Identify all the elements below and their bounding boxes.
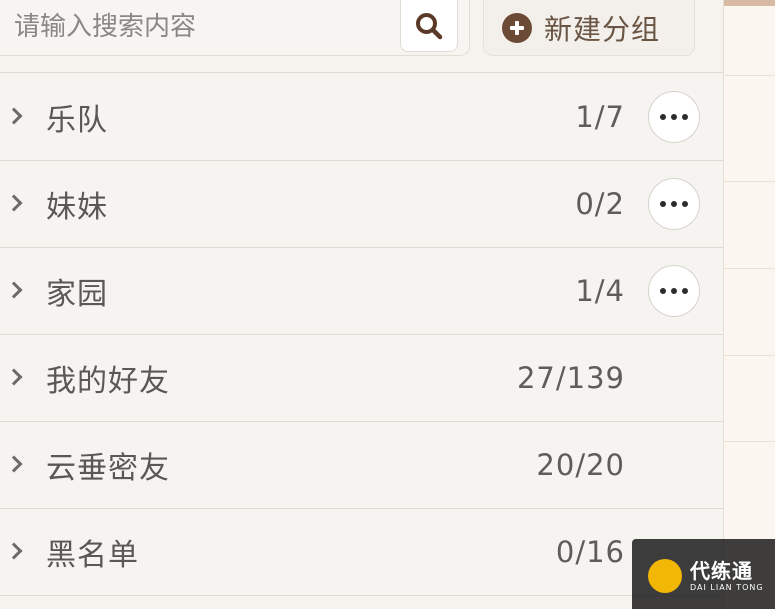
group-count: 20/20 (536, 448, 625, 482)
divider (724, 355, 775, 356)
more-dots-icon (660, 288, 666, 294)
right-panel-edge (723, 0, 775, 609)
group-name: 家园 (46, 277, 108, 312)
group-count: 1/7 (575, 100, 625, 134)
group-row-sister[interactable]: 妹妹 0/2 (0, 161, 723, 248)
group-row-home[interactable]: 家园 1/4 (0, 248, 723, 335)
group-row-close-friends[interactable]: 云垂密友 20/20 (0, 422, 723, 509)
chevron-right-icon (5, 107, 23, 125)
top-toolbar: 新建分组 (0, 0, 723, 73)
more-dots-icon (671, 201, 677, 207)
group-count: 0/2 (575, 187, 625, 221)
group-name: 云垂密友 (46, 451, 170, 486)
watermark-subtitle: DAI LIAN TONG (690, 583, 764, 592)
search-button[interactable] (400, 0, 458, 52)
group-count: 27/139 (516, 361, 625, 395)
new-group-button[interactable]: 新建分组 (483, 0, 695, 56)
accent-bar (724, 0, 775, 6)
chevron-right-icon (5, 281, 23, 299)
divider (724, 181, 775, 182)
chevron-right-icon (5, 368, 23, 386)
group-count: 0/16 (555, 535, 625, 569)
search-input[interactable] (12, 6, 396, 48)
divider (724, 75, 775, 76)
group-more-button[interactable] (648, 178, 700, 230)
logo-icon (648, 559, 682, 593)
more-dots-icon (671, 288, 677, 294)
friend-groups-panel: 新建分组 乐队 1/7 妹妹 0/2 家园 (0, 0, 775, 609)
group-name: 我的好友 (46, 364, 170, 399)
group-row-blacklist[interactable]: 黑名单 0/16 (0, 509, 723, 596)
more-dots-icon (660, 114, 666, 120)
divider (724, 441, 775, 442)
plus-circle-icon (502, 12, 532, 43)
chevron-right-icon (5, 455, 23, 473)
group-name: 妹妹 (46, 190, 108, 225)
more-dots-icon (682, 114, 688, 120)
group-list: 乐队 1/7 妹妹 0/2 家园 1/4 我的好友 27/139 云垂密友 20… (0, 74, 723, 596)
group-more-button[interactable] (648, 91, 700, 143)
more-dots-icon (682, 288, 688, 294)
watermark-title: 代练通 (690, 559, 753, 583)
group-name: 乐队 (46, 103, 108, 138)
more-dots-icon (660, 201, 666, 207)
chevron-right-icon (5, 194, 23, 212)
group-count: 1/4 (575, 274, 625, 308)
search-icon (416, 12, 443, 39)
more-dots-icon (682, 201, 688, 207)
search-box (0, 0, 470, 56)
group-more-button[interactable] (648, 265, 700, 317)
divider (724, 268, 775, 269)
watermark-logo: 代练通 DAI LIAN TONG (632, 539, 775, 609)
new-group-label: 新建分组 (544, 12, 661, 46)
group-row-my-friends[interactable]: 我的好友 27/139 (0, 335, 723, 422)
more-dots-icon (671, 114, 677, 120)
chevron-right-icon (5, 542, 23, 560)
group-row-band[interactable]: 乐队 1/7 (0, 74, 723, 161)
group-name: 黑名单 (46, 538, 139, 573)
